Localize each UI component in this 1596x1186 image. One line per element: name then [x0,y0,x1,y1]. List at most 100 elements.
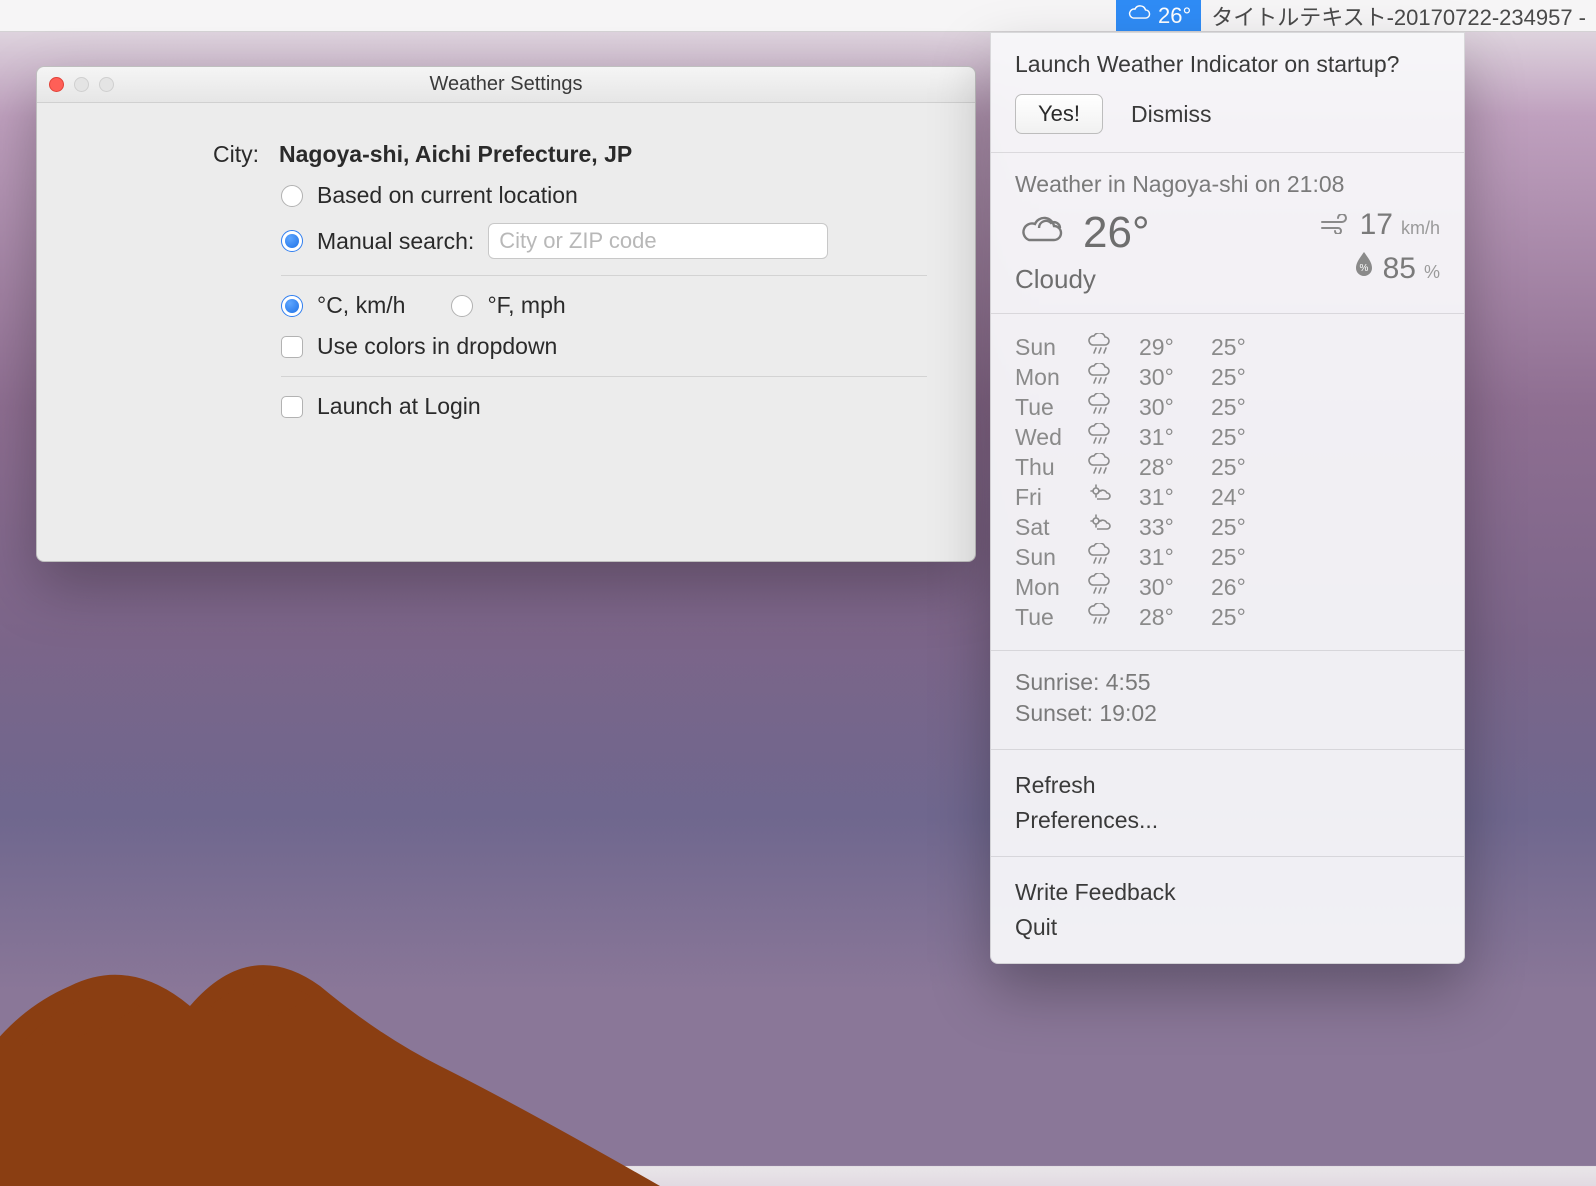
forecast-section: Sun29°25°Mon30°25°Tue30°25°Wed31°25°Thu2… [991,314,1464,651]
forecast-row: Tue 30° 25° [1015,392,1440,422]
forecast-row: Wed31°25° [1015,422,1440,452]
forecast-day: Mon [1015,364,1079,391]
quit-menuitem[interactable]: Quit [1015,910,1440,945]
menubar-temp: 26° [1158,3,1191,29]
checkbox-use-colors-label: Use colors in dropdown [317,333,557,360]
forecast-row: Mon 30° 26° [1015,572,1440,602]
weather-condition-icon [1087,513,1131,541]
forecast-high: 31° [1139,484,1203,511]
forecast-row: Sun29°25° [1015,332,1440,362]
summary-heading: Weather in Nagoya-shi on 21:08 [1015,171,1440,198]
feedback-menuitem[interactable]: Write Feedback [1015,875,1440,910]
sunset-text: Sunset: 19:02 [1015,700,1440,727]
wind-value: 17 [1360,208,1393,242]
radio-manual-search-label: Manual search: [317,228,474,255]
sun-times-section: Sunrise: 4:55 Sunset: 19:02 [991,651,1464,750]
forecast-day: Sun [1015,334,1079,361]
city-label: City: [85,141,265,168]
weather-condition-icon [1087,423,1131,451]
weather-condition-icon [1087,603,1131,631]
wind-unit: km/h [1401,218,1440,239]
forecast-high: 30° [1139,574,1203,601]
cloud-icon [1126,3,1152,29]
forecast-low: 25° [1211,394,1275,421]
radio-current-location-label: Based on current location [317,182,578,209]
cloudy-icon [1015,210,1069,256]
wind-icon [1320,213,1352,240]
current-description: Cloudy [1015,264,1150,295]
minimize-icon[interactable] [74,77,89,92]
forecast-high: 28° [1139,454,1203,481]
startup-prompt-text: Launch Weather Indicator on startup? [1015,51,1440,78]
forecast-low: 25° [1211,454,1275,481]
forecast-low: 25° [1211,514,1275,541]
radio-current-location[interactable] [281,185,303,207]
forecast-day: Sat [1015,514,1079,541]
forecast-day: Tue [1015,604,1079,631]
forecast-day: Wed [1015,424,1079,451]
forecast-row: Mon 30° 25° [1015,362,1440,392]
traffic-lights [49,77,114,92]
svg-text:%: % [1359,263,1368,274]
close-icon[interactable] [49,77,64,92]
radio-units-metric[interactable] [281,295,303,317]
forecast-low: 25° [1211,544,1275,571]
menubar: 26° タイトルテキスト-20170722-234957 - [0,0,1596,32]
checkbox-launch-login[interactable] [281,396,303,418]
settings-content: City: Nagoya-shi, Aichi Prefecture, JP B… [37,103,975,472]
menu-actions-section: Refresh Preferences... [991,750,1464,857]
dismiss-button[interactable]: Dismiss [1131,101,1212,128]
forecast-low: 25° [1211,424,1275,451]
forecast-day: Fri [1015,484,1079,511]
forecast-low: 24° [1211,484,1275,511]
forecast-row: Thu 28° 25° [1015,452,1440,482]
forecast-high: 33° [1139,514,1203,541]
weather-condition-icon [1087,393,1131,421]
window-titlebar[interactable]: Weather Settings [37,67,975,103]
radio-units-imperial-label: °F, mph [487,292,565,319]
checkbox-use-colors[interactable] [281,336,303,358]
desktop-wallpaper-mountain [0,896,660,1186]
sunrise-text: Sunrise: 4:55 [1015,669,1440,696]
forecast-high: 31° [1139,544,1203,571]
radio-units-imperial[interactable] [451,295,473,317]
humidity-value: 85 [1383,252,1416,286]
refresh-menuitem[interactable]: Refresh [1015,768,1440,803]
forecast-low: 25° [1211,364,1275,391]
weather-condition-icon [1087,483,1131,511]
menubar-weather-item[interactable]: 26° [1116,0,1201,31]
forecast-high: 30° [1139,394,1203,421]
weather-settings-window: Weather Settings City: Nagoya-shi, Aichi… [36,66,976,562]
divider [281,275,927,276]
humidity-icon: % [1353,250,1375,284]
forecast-high: 30° [1139,364,1203,391]
city-value: Nagoya-shi, Aichi Prefecture, JP [279,141,632,168]
city-search-input[interactable] [488,223,828,259]
radio-manual-search[interactable] [281,230,303,252]
weather-condition-icon [1087,543,1131,571]
forecast-row: Fri 31° 24° [1015,482,1440,512]
forecast-row: Tue28°25° [1015,602,1440,632]
forecast-day: Sun [1015,544,1079,571]
forecast-day: Thu [1015,454,1079,481]
forecast-day: Mon [1015,574,1079,601]
forecast-day: Tue [1015,394,1079,421]
weather-dropdown-panel: Launch Weather Indicator on startup? Yes… [990,32,1465,964]
weather-condition-icon [1087,573,1131,601]
forecast-low: 26° [1211,574,1275,601]
preferences-menuitem[interactable]: Preferences... [1015,803,1440,838]
menu-actions-section-2: Write Feedback Quit [991,857,1464,963]
forecast-row: Sat 33° 25° [1015,512,1440,542]
weather-condition-icon [1087,453,1131,481]
radio-units-metric-label: °C, km/h [317,292,405,319]
current-weather-section: Weather in Nagoya-shi on 21:08 26° Cloud… [991,153,1464,314]
yes-button[interactable]: Yes! [1015,94,1103,134]
window-title: Weather Settings [37,73,975,96]
divider [281,376,927,377]
zoom-icon[interactable] [99,77,114,92]
checkbox-launch-login-label: Launch at Login [317,393,481,420]
forecast-row: Sun 31° 25° [1015,542,1440,572]
current-temperature: 26° [1083,208,1150,258]
startup-prompt-section: Launch Weather Indicator on startup? Yes… [991,33,1464,153]
forecast-high: 28° [1139,604,1203,631]
